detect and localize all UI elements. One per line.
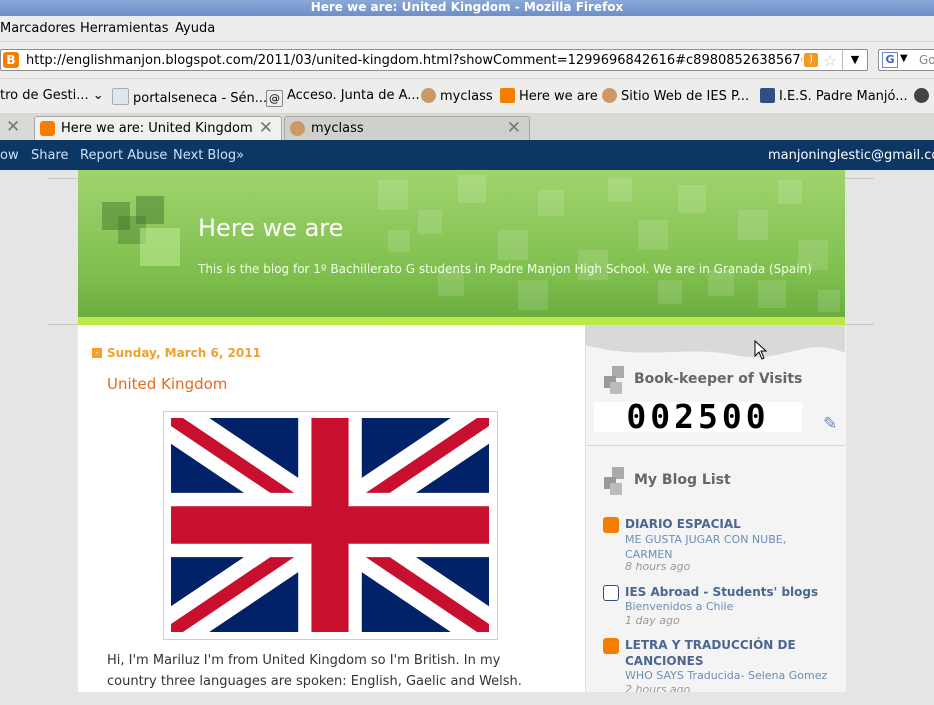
bookmark-label: tro de Gesti... bbox=[0, 88, 89, 103]
search-input[interactable]: Go bbox=[919, 53, 934, 67]
bookmark-extra[interactable] bbox=[914, 88, 933, 104]
next-blog-link[interactable]: Next Blog» bbox=[173, 148, 244, 163]
bookmark-myclass[interactable]: myclass bbox=[421, 88, 493, 104]
window-title: Here we are: United Kingdom - Mozilla Fi… bbox=[0, 0, 934, 16]
tab-here-we-are[interactable]: Here we are: United Kingdom ✕ bbox=[34, 116, 282, 140]
bookmark-here-we-are[interactable]: Here we are bbox=[500, 88, 598, 104]
bookmark-label: portalseneca - Sén... bbox=[133, 91, 268, 106]
tab-strip: ✕ Here we are: United Kingdom ✕ myclass … bbox=[0, 114, 934, 140]
navigation-toolbar: B http://englishmanjon.blogspot.com/2011… bbox=[0, 42, 934, 79]
counter-widget-title: Book-keeper of Visits bbox=[634, 371, 803, 387]
myclass-icon bbox=[421, 88, 436, 103]
bookmark-label: Here we are bbox=[519, 89, 598, 104]
tab-label: Here we are: United Kingdom bbox=[61, 121, 253, 136]
rss-feed-icon[interactable]: ) bbox=[804, 53, 818, 67]
post-title[interactable]: United Kingdom bbox=[107, 375, 227, 393]
collapse-date-icon[interactable]: - bbox=[92, 348, 102, 358]
tab-myclass[interactable]: myclass ✕ bbox=[284, 116, 530, 140]
search-box[interactable]: G ▼ Go bbox=[878, 49, 934, 71]
blogger-icon bbox=[40, 121, 55, 136]
follow-link[interactable]: ow bbox=[0, 148, 19, 163]
url-bar[interactable]: B http://englishmanjon.blogspot.com/2011… bbox=[0, 49, 868, 71]
menu-marcadores[interactable]: Marcadores bbox=[0, 21, 75, 36]
ies-icon bbox=[603, 585, 619, 601]
bloglist-widget-title: My Blog List bbox=[634, 472, 731, 488]
blogger-navbar: ow Share Report Abuse Next Blog» manjoni… bbox=[0, 140, 934, 170]
blog-title[interactable]: Here we are bbox=[198, 214, 343, 242]
bookmark-ies-padre-manjon[interactable]: I.E.S. Padre Manjó... bbox=[760, 88, 908, 104]
blog-name-link[interactable]: IES Abroad - Students' blogs bbox=[625, 584, 825, 600]
blogger-icon bbox=[603, 638, 619, 654]
bookmark-acceso-junta[interactable]: @ Acceso. Junta de A... bbox=[266, 88, 420, 107]
bookmark-portalseneca[interactable]: portalseneca - Sén... bbox=[112, 88, 267, 106]
blog-name-link[interactable]: DIARIO ESPACIAL bbox=[625, 516, 825, 532]
report-abuse-link[interactable]: Report Abuse bbox=[80, 148, 167, 163]
site-icon bbox=[602, 88, 617, 103]
post-date: Sunday, March 6, 2011 bbox=[107, 346, 261, 360]
menu-bar: Marcadores Herramientas Ayuda bbox=[0, 16, 934, 42]
page-icon bbox=[112, 88, 129, 105]
union-jack-flag-image[interactable] bbox=[171, 418, 489, 632]
at-icon: @ bbox=[266, 90, 283, 107]
blogger-favicon-icon: B bbox=[3, 52, 19, 68]
blogger-icon bbox=[603, 517, 619, 533]
blogger-icon bbox=[500, 88, 515, 103]
widget-icon bbox=[604, 366, 626, 394]
menu-herramientas[interactable]: Herramientas bbox=[80, 21, 169, 36]
widget-icon bbox=[604, 467, 626, 495]
bookmark-label: Sitio Web de IES P... bbox=[621, 89, 750, 104]
status-bar bbox=[0, 692, 934, 705]
divider bbox=[585, 445, 845, 446]
blog-post-link[interactable]: Bienvenidos a Chile bbox=[625, 599, 830, 614]
bookmark-label: myclass bbox=[440, 89, 493, 104]
close-tab-icon[interactable]: ✕ bbox=[259, 118, 273, 138]
myclass-icon bbox=[290, 121, 305, 136]
share-link[interactable]: Share bbox=[31, 148, 69, 163]
menu-ayuda[interactable]: Ayuda bbox=[175, 21, 215, 36]
bookmark-label: I.E.S. Padre Manjó... bbox=[779, 89, 908, 104]
extra-bookmark-icon bbox=[914, 88, 929, 103]
google-engine-icon[interactable]: G bbox=[882, 52, 898, 68]
ies-icon bbox=[760, 88, 775, 103]
blog-post-time: 1 day ago bbox=[625, 614, 680, 627]
blog-post-link[interactable]: WHO SAYS Traducida- Selena Gomez bbox=[625, 668, 830, 683]
blog-description: This is the blog for 1º Bachillerato G s… bbox=[198, 262, 812, 276]
bookmark-folder-gestion[interactable]: tro de Gesti... ⌄ bbox=[0, 88, 104, 103]
user-email[interactable]: manjoninglestic@gmail.com bbox=[768, 148, 934, 163]
search-engine-dropdown-icon[interactable]: ▼ bbox=[900, 53, 908, 64]
bookmark-sitio-web-ies[interactable]: Sitio Web de IES P... bbox=[602, 88, 749, 104]
url-text[interactable]: http://englishmanjon.blogspot.com/2011/0… bbox=[26, 53, 802, 68]
close-tab-icon[interactable]: ✕ bbox=[507, 118, 521, 138]
blog-post-time: 8 hours ago bbox=[625, 560, 691, 573]
sidebar-wave-decoration bbox=[585, 325, 845, 358]
blog-name-link[interactable]: LETRA Y TRADUCCIÓN DE CANCIONES bbox=[625, 637, 825, 669]
chevron-down-icon: ⌄ bbox=[92, 88, 104, 103]
bookmarks-toolbar: tro de Gesti... ⌄ portalseneca - Sén... … bbox=[0, 79, 934, 114]
bookmark-label: Acceso. Junta de A... bbox=[287, 88, 420, 103]
blog-header bbox=[78, 170, 845, 318]
visit-counter[interactable]: 002500 bbox=[594, 400, 802, 433]
tab-label: myclass bbox=[311, 121, 364, 136]
mouse-cursor-icon bbox=[754, 340, 768, 360]
edit-pencil-icon[interactable]: ✎ bbox=[823, 414, 837, 434]
bookmark-star-icon[interactable]: ☆ bbox=[823, 51, 837, 70]
url-dropdown-icon[interactable]: ▼ bbox=[842, 50, 867, 70]
post-body: Hi, I'm Mariluz I'm from United Kingdom … bbox=[107, 653, 522, 689]
close-icon[interactable]: ✕ bbox=[6, 117, 20, 137]
blog-post-link[interactable]: ME GUSTA JUGAR CON NUBE, CARMEN bbox=[625, 532, 830, 562]
